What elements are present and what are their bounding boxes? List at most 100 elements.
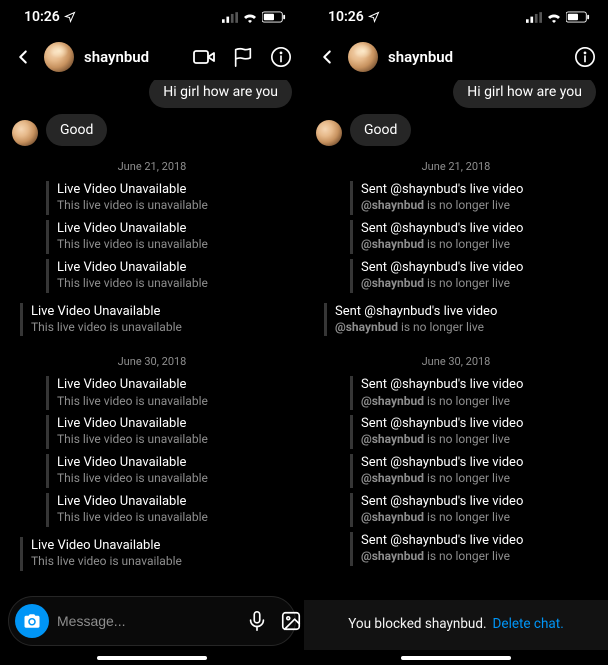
chat-username[interactable]: shaynbud [84, 48, 149, 66]
avatar[interactable] [44, 42, 74, 72]
sys-title: Live Video Unavailable [31, 304, 182, 320]
flag-icon[interactable] [232, 46, 254, 68]
avatar [316, 120, 342, 146]
sys-title: Live Video Unavailable [57, 455, 208, 471]
status-time: 10:26 [328, 9, 364, 25]
system-message[interactable]: Sent @shaynbud's live video@shaynbud is … [350, 415, 596, 449]
system-message[interactable]: Sent @shaynbud's live video@shaynbud is … [324, 303, 497, 337]
sys-sub: This live video is unavailable [57, 237, 208, 253]
sys-sub: @shaynbud is no longer live [361, 198, 523, 214]
back-button[interactable] [12, 46, 34, 68]
sys-sub: @shaynbud is no longer live [361, 471, 523, 487]
battery-icon [262, 11, 286, 23]
left-screenshot: 10:26 shaynbud Hi girl how are you Good [0, 0, 304, 665]
system-message[interactable]: Sent @shaynbud's live video@shaynbud is … [350, 376, 596, 410]
delete-chat-link[interactable]: Delete chat. [493, 616, 564, 632]
message-bubble[interactable]: Good [46, 114, 107, 146]
sys-title: Sent @shaynbud's live video [361, 182, 523, 198]
timestamp: June 21, 2018 [12, 160, 292, 173]
outgoing-message: Hi girl how are you [12, 80, 292, 108]
gallery-icon[interactable] [280, 610, 302, 632]
camera-icon [23, 612, 41, 630]
system-message[interactable]: Sent @shaynbud's live video@shaynbud is … [350, 220, 596, 254]
battery-icon [566, 11, 590, 23]
sys-title: Sent @shaynbud's live video [361, 260, 523, 276]
sys-sub: @shaynbud is no longer live [361, 276, 523, 292]
outgoing-message: Hi girl how are you [316, 80, 596, 108]
sys-title: Live Video Unavailable [57, 260, 208, 276]
sys-sub: This live video is unavailable [57, 276, 208, 292]
cell-signal-icon [526, 12, 542, 23]
sys-sub: This live video is unavailable [57, 432, 208, 448]
blocked-text: You blocked shaynbud. [348, 616, 486, 632]
location-arrow-icon [64, 11, 76, 23]
incoming-message: Good [12, 114, 292, 146]
status-bar: 10:26 [304, 0, 608, 34]
sys-sub: @shaynbud is no longer live [361, 237, 523, 253]
system-message[interactable]: Sent @shaynbud's live video@shaynbud is … [350, 493, 596, 527]
home-indicator[interactable] [401, 656, 511, 660]
system-message[interactable]: Sent @shaynbud's live video@shaynbud is … [350, 532, 596, 566]
cell-signal-icon [222, 12, 238, 23]
right-screenshot: 10:26 shaynbud Hi girl how are you Good … [304, 0, 608, 665]
video-call-icon[interactable] [192, 45, 216, 69]
home-indicator[interactable] [97, 656, 207, 660]
sys-sub: @shaynbud is no longer live [361, 432, 523, 448]
chat-username[interactable]: shaynbud [388, 48, 453, 66]
wifi-icon [242, 11, 258, 23]
info-icon[interactable] [574, 46, 596, 68]
sys-sub: This live video is unavailable [31, 320, 182, 336]
sys-sub: @shaynbud is no longer live [335, 320, 497, 336]
sys-title: Live Video Unavailable [57, 416, 208, 432]
status-bar: 10:26 [0, 0, 304, 34]
sys-sub: This live video is unavailable [57, 510, 208, 526]
mic-icon[interactable] [246, 610, 268, 632]
message-bubble[interactable]: Hi girl how are you [453, 80, 596, 108]
blocked-bar: You blocked shaynbud. Delete chat. [304, 600, 608, 650]
sys-title: Sent @shaynbud's live video [361, 455, 523, 471]
system-message[interactable]: Live Video UnavailableThis live video is… [46, 415, 292, 449]
sys-sub: This live video is unavailable [31, 554, 182, 570]
sys-title: Live Video Unavailable [57, 377, 208, 393]
system-message[interactable]: Live Video UnavailableThis live video is… [46, 181, 292, 215]
system-message[interactable]: Live Video UnavailableThis live video is… [46, 493, 292, 527]
messages-right: Hi girl how are you Good June 21, 2018 S… [304, 80, 608, 600]
sys-title: Live Video Unavailable [57, 494, 208, 510]
sys-sub: This live video is unavailable [57, 471, 208, 487]
system-message[interactable]: Live Video UnavailableThis live video is… [46, 220, 292, 254]
message-bubble[interactable]: Good [350, 114, 411, 146]
sys-sub: @shaynbud is no longer live [361, 394, 523, 410]
sys-title: Sent @shaynbud's live video [361, 221, 523, 237]
sys-sub: @shaynbud is no longer live [361, 510, 523, 526]
avatar[interactable] [348, 42, 378, 72]
info-icon[interactable] [270, 46, 292, 68]
system-message[interactable]: Live Video UnavailableThis live video is… [46, 454, 292, 488]
avatar [12, 120, 38, 146]
system-message[interactable]: Sent @shaynbud's live video@shaynbud is … [350, 181, 596, 215]
wifi-icon [546, 11, 562, 23]
system-message[interactable]: Live Video UnavailableThis live video is… [20, 303, 182, 337]
system-message-row: Live Video UnavailableThis live video is… [12, 298, 292, 342]
incoming-message: Good [316, 114, 596, 146]
system-message[interactable]: Live Video UnavailableThis live video is… [46, 376, 292, 410]
messages-left: Hi girl how are you Good June 21, 2018 L… [0, 80, 304, 590]
message-bubble[interactable]: Hi girl how are you [149, 80, 292, 108]
system-message-row: Live Video UnavailableThis live video is… [12, 532, 292, 576]
system-message[interactable]: Live Video UnavailableThis live video is… [46, 259, 292, 293]
sys-sub: This live video is unavailable [57, 394, 208, 410]
system-message[interactable]: Sent @shaynbud's live video@shaynbud is … [350, 454, 596, 488]
sys-sub: @shaynbud is no longer live [361, 549, 523, 565]
sys-title: Sent @shaynbud's live video [361, 533, 523, 549]
composer [8, 596, 296, 646]
camera-button[interactable] [15, 604, 49, 638]
system-message[interactable]: Live Video UnavailableThis live video is… [20, 537, 182, 571]
status-time: 10:26 [24, 9, 60, 25]
timestamp: June 30, 2018 [316, 355, 596, 368]
back-button[interactable] [316, 46, 338, 68]
system-message[interactable]: Sent @shaynbud's live video@shaynbud is … [350, 259, 596, 293]
timestamp: June 21, 2018 [316, 160, 596, 173]
message-input[interactable] [57, 613, 238, 629]
location-arrow-icon [368, 11, 380, 23]
sys-title: Live Video Unavailable [57, 221, 208, 237]
sys-sub: This live video is unavailable [57, 198, 208, 214]
